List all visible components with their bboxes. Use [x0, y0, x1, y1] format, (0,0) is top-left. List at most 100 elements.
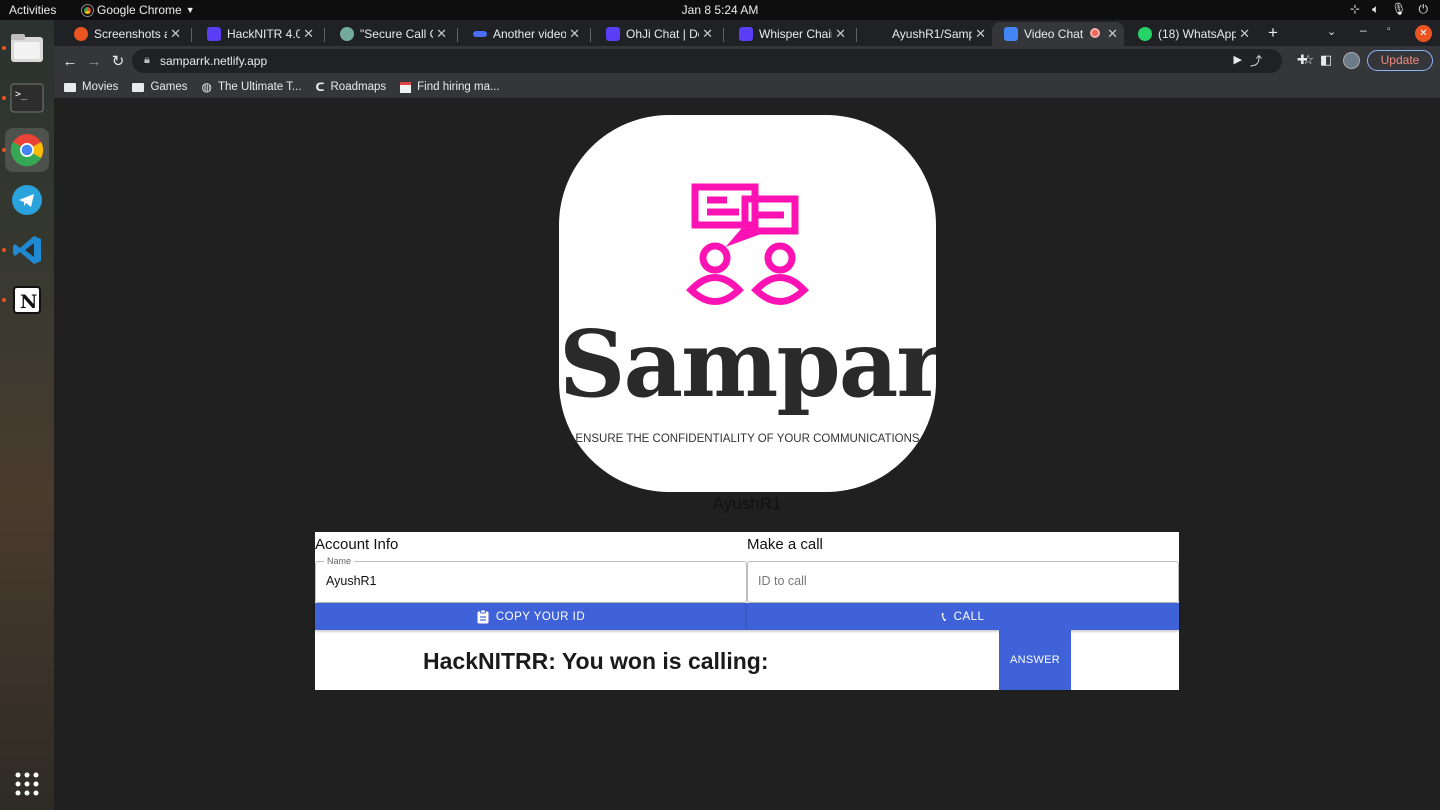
- tab-title: OhJi Chat | Dev: [626, 27, 699, 41]
- devfolio-favicon-icon: [207, 27, 221, 41]
- system-top-bar: Activities Google Chrome ▼ Jan 8 5:24 AM…: [0, 0, 1440, 20]
- close-icon[interactable]: ✕: [975, 26, 986, 42]
- clock[interactable]: Jan 8 5:24 AM: [0, 3, 1440, 17]
- tab-github-repo[interactable]: AyushR1/Sampa ✕: [860, 22, 992, 46]
- close-window-icon[interactable]: ✕: [1415, 25, 1432, 42]
- update-button[interactable]: Update: [1367, 50, 1433, 71]
- restore-icon[interactable]: ▫: [1387, 24, 1391, 35]
- close-icon[interactable]: ✕: [1239, 26, 1250, 42]
- running-indicator: [2, 148, 6, 152]
- vscode-icon[interactable]: [5, 228, 49, 272]
- terminal-icon[interactable]: >_: [5, 76, 49, 120]
- volume-icon: 🔈︎: [1372, 2, 1380, 16]
- notion-icon[interactable]: N: [5, 278, 49, 322]
- globe-icon: ◍: [201, 80, 212, 94]
- id-to-call-input[interactable]: [758, 574, 1158, 588]
- account-info-heading: Account Info: [315, 536, 399, 553]
- running-indicator: [2, 46, 6, 50]
- tab-search-icon[interactable]: ⌄: [1327, 25, 1336, 38]
- tab-divider: [324, 28, 325, 42]
- extensions-puzzle-icon[interactable]: ✚: [1297, 52, 1308, 68]
- bookmark-label: Roadmaps: [330, 81, 387, 93]
- running-indicator: [2, 298, 6, 302]
- url-text: samparrk.netlify.app: [160, 54, 268, 68]
- system-tray[interactable]: ⊹ 🔈︎ 🎙︎ ⏻: [1350, 2, 1428, 17]
- bookmark-label: Movies: [82, 81, 119, 93]
- tab-screenshots[interactable]: Screenshots and ✕: [62, 22, 187, 46]
- folder-icon: [64, 82, 76, 92]
- side-panel-icon[interactable]: ◧: [1320, 52, 1332, 68]
- tab-title: AyushR1/Sampa: [892, 27, 972, 41]
- close-icon[interactable]: ✕: [170, 26, 181, 42]
- tab-divider: [723, 28, 724, 42]
- close-icon[interactable]: ✕: [835, 26, 846, 42]
- devfolio-favicon-icon: [739, 27, 753, 41]
- tab-secure-call[interactable]: "Secure Call Chat ✕: [328, 22, 453, 46]
- tab-ohji-chat[interactable]: OhJi Chat | Dev ✕: [594, 22, 719, 46]
- tab-video-chat[interactable]: Video Chat ✕: [992, 22, 1124, 46]
- forward-arrow-icon[interactable]: →: [84, 51, 104, 71]
- new-tab-button[interactable]: +: [1268, 23, 1278, 43]
- video-chat-favicon-icon: [1004, 27, 1018, 41]
- toolbar: ← → ↻ 🔒︎ samparrk.netlify.app ▶ ⤴ ☆ ✚ ◧ …: [54, 46, 1440, 76]
- copy-id-label: COPY YOUR ID: [495, 610, 586, 623]
- tab-another-video[interactable]: Another video-c ✕: [461, 22, 586, 46]
- name-input[interactable]: [326, 574, 726, 588]
- ubuntu-dock: >_ N: [0, 20, 54, 810]
- tab-strip: Screenshots and ✕ HackNITR 4.0: Da ✕ "Se…: [54, 20, 1440, 46]
- name-field[interactable]: Name: [315, 556, 747, 603]
- minimize-icon[interactable]: –: [1360, 23, 1367, 37]
- chrome-icon[interactable]: [5, 128, 49, 172]
- roadmap-icon: ᑕ: [315, 81, 325, 94]
- files-icon[interactable]: [5, 26, 49, 70]
- call-button[interactable]: 📞︎ CALL: [747, 603, 1179, 630]
- bookmark-games[interactable]: Games: [132, 81, 188, 93]
- ubuntu-favicon-icon: [74, 27, 88, 41]
- share-icon[interactable]: ⤴: [1250, 52, 1262, 69]
- call-panel: Account Info Make a call Name COPY YOUR …: [315, 532, 1179, 690]
- svg-text:>_: >_: [15, 89, 28, 100]
- tab-hacknitr[interactable]: HackNITR 4.0: Da ✕: [195, 22, 320, 46]
- page-icon: [400, 81, 412, 93]
- tab-divider: [590, 28, 591, 42]
- bookmark-label: Games: [150, 81, 188, 93]
- back-arrow-icon[interactable]: ←: [60, 51, 80, 71]
- reload-icon[interactable]: ↻: [108, 51, 128, 71]
- close-icon[interactable]: ✕: [1107, 26, 1118, 42]
- close-icon[interactable]: ✕: [702, 26, 713, 42]
- tab-whisper-chain[interactable]: Whisper Chain | ✕: [727, 22, 852, 46]
- camera-icon[interactable]: ▶: [1234, 53, 1242, 66]
- address-bar[interactable]: 🔒︎ samparrk.netlify.app ▶ ⤴ ☆: [132, 49, 1314, 73]
- tab-title: Whisper Chain |: [759, 27, 832, 41]
- username-display: AyushR1: [712, 494, 782, 513]
- profile-avatar[interactable]: [1343, 52, 1360, 69]
- bookmarks-bar: Movies Games ◍ The Ultimate T... ᑕ Roadm…: [54, 76, 1440, 98]
- close-icon[interactable]: ✕: [303, 26, 314, 42]
- app-grid-icon[interactable]: [5, 762, 49, 806]
- close-icon[interactable]: ✕: [436, 26, 447, 42]
- bookmark-movies[interactable]: Movies: [64, 81, 118, 93]
- brand-name: Sampark: [559, 310, 936, 418]
- recording-icon: [1090, 28, 1100, 38]
- microphone-icon: 🎙︎: [1391, 2, 1407, 16]
- answer-button[interactable]: ANSWER: [999, 630, 1071, 690]
- call-label: CALL: [953, 610, 985, 623]
- copy-id-button[interactable]: COPY YOUR ID: [315, 603, 747, 630]
- running-indicator: [2, 96, 6, 100]
- make-call-heading: Make a call: [747, 536, 823, 553]
- bookmark-roadmaps[interactable]: ᑕ Roadmaps: [316, 81, 387, 94]
- id-to-call-field[interactable]: [747, 561, 1179, 603]
- tab-divider: [191, 28, 192, 42]
- telegram-icon[interactable]: [5, 178, 49, 222]
- tab-whatsapp[interactable]: (18) WhatsApp ✕: [1126, 22, 1256, 46]
- svg-text:N: N: [20, 291, 37, 313]
- folder-icon: [132, 82, 145, 92]
- tab-title: Screenshots and: [94, 27, 167, 41]
- close-icon[interactable]: ✕: [569, 26, 580, 42]
- bookmark-hiring[interactable]: Find hiring ma...: [400, 81, 500, 93]
- bookmark-label: Find hiring ma...: [417, 81, 500, 93]
- bookmark-ultimate[interactable]: ◍ The Ultimate T...: [202, 80, 302, 94]
- web-page: Sampark ENSURE THE CONFIDENTIALITY OF YO…: [54, 98, 1440, 810]
- tab-divider: [856, 28, 857, 42]
- running-indicator: [2, 248, 6, 252]
